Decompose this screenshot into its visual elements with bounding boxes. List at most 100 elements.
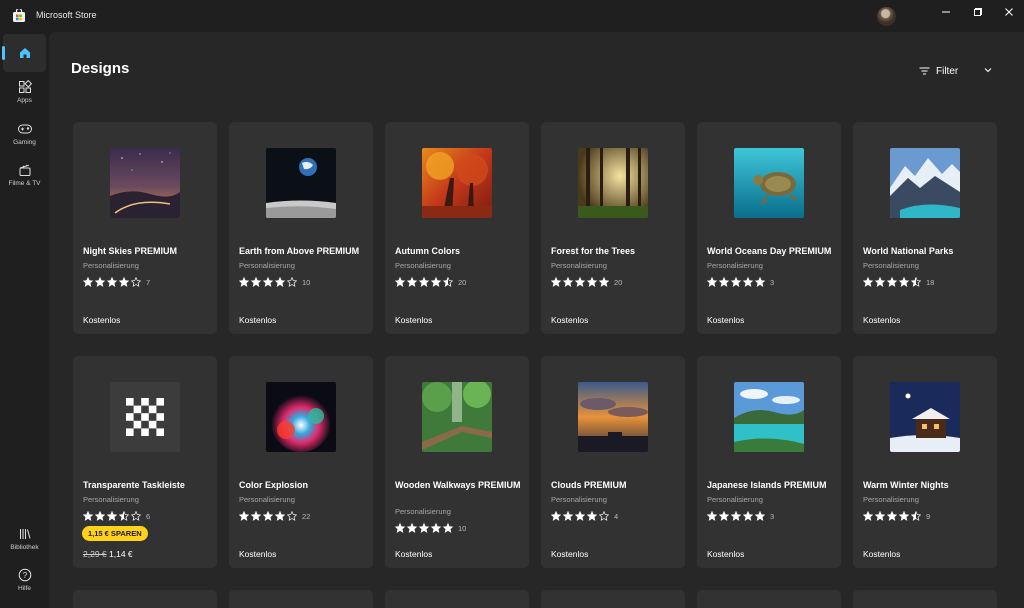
product-card[interactable]: Earth from Above PREMIUM Personalisierun… <box>229 122 373 334</box>
sidebar-item-bibliothek[interactable]: Bibliothek <box>3 527 46 551</box>
star-filled-icon <box>83 511 93 521</box>
maximize-button[interactable] <box>962 0 994 24</box>
thumbnail-clouds <box>578 382 648 452</box>
card-price: Kostenlos <box>395 549 433 559</box>
product-card[interactable] <box>541 590 685 608</box>
star-half-icon <box>911 277 921 287</box>
card-category: Personalisierung <box>707 495 763 504</box>
star-empty-icon <box>287 277 297 287</box>
sidebar-item-label: Bibliothek <box>10 544 39 551</box>
card-title: Color Explosion <box>239 480 309 490</box>
card-title: Japanese Islands PREMIUM <box>707 480 827 490</box>
title-bar: Microsoft Store <box>0 0 1024 32</box>
star-empty-icon <box>131 511 141 521</box>
card-rating: 7 <box>83 277 150 287</box>
sale-badge: 1,15 € SPAREN <box>82 526 148 541</box>
sidebar-item-home[interactable] <box>2 34 46 72</box>
card-rating: 22 <box>239 511 310 521</box>
star-rating <box>551 511 611 521</box>
star-filled-icon <box>275 511 285 521</box>
thumbnail-earth-from-above <box>266 148 336 218</box>
card-rating: 3 <box>707 511 774 521</box>
card-category: Personalisierung <box>551 495 607 504</box>
active-indicator <box>2 46 5 60</box>
sidebar-item-gaming[interactable]: Gaming <box>3 122 46 146</box>
star-filled-icon <box>719 277 729 287</box>
product-card[interactable]: Color Explosion Personalisierung 22 Kost… <box>229 356 373 568</box>
star-filled-icon <box>899 511 909 521</box>
sidebar-item-hilfe[interactable]: ? Hilfe <box>3 568 46 592</box>
sidebar-item-filme-tv[interactable]: Filme & TV <box>3 163 46 187</box>
product-card[interactable]: Clouds PREMIUM Personalisierung 4 Kosten… <box>541 356 685 568</box>
product-card[interactable]: World Oceans Day PREMIUM Personalisierun… <box>697 122 841 334</box>
star-filled-icon <box>887 277 897 287</box>
app-title: Microsoft Store <box>36 10 97 20</box>
star-rating <box>395 523 455 533</box>
product-card[interactable]: Forest for the Trees Personalisierung 20… <box>541 122 685 334</box>
card-category: Personalisierung <box>83 495 139 504</box>
card-price: Kostenlos <box>395 315 433 325</box>
star-filled-icon <box>107 277 117 287</box>
minimize-button[interactable] <box>930 0 962 24</box>
user-avatar[interactable] <box>877 7 896 26</box>
card-price: Kostenlos <box>83 315 121 325</box>
product-card[interactable]: Japanese Islands PREMIUM Personalisierun… <box>697 356 841 568</box>
thumbnail-world-national-parks <box>890 148 960 218</box>
home-icon <box>19 48 30 58</box>
filter-icon <box>919 67 930 75</box>
star-filled-icon <box>275 277 285 287</box>
rating-count: 6 <box>146 511 151 521</box>
product-card[interactable] <box>229 590 373 608</box>
card-rating: 3 <box>707 277 774 287</box>
product-card[interactable] <box>853 590 997 608</box>
product-card[interactable]: Wooden Walkways PREMIUM Personalisierung… <box>385 356 529 568</box>
card-price: Kostenlos <box>863 315 901 325</box>
thumbnail-autumn-colors <box>422 148 492 218</box>
chevron-down-icon[interactable] <box>983 66 993 74</box>
card-price: 2,29 € 1,14 € <box>83 549 133 559</box>
card-category: Personalisierung <box>863 495 919 504</box>
star-filled-icon <box>431 523 441 533</box>
product-card[interactable] <box>73 590 217 608</box>
card-rating: 20 <box>395 277 466 287</box>
card-price: Kostenlos <box>239 315 277 325</box>
card-rating: 4 <box>551 511 618 521</box>
star-rating <box>83 511 143 521</box>
product-card[interactable]: Transparente Taskleiste Personalisierung… <box>73 356 217 568</box>
rating-count: 7 <box>146 277 151 287</box>
star-rating <box>239 511 299 521</box>
card-rating: 9 <box>863 511 930 521</box>
star-filled-icon <box>119 277 129 287</box>
star-filled-icon <box>239 511 249 521</box>
card-rating: 20 <box>551 277 622 287</box>
product-card[interactable] <box>385 590 529 608</box>
star-empty-icon <box>287 511 297 521</box>
star-filled-icon <box>407 277 417 287</box>
rating-count: 3 <box>770 511 775 521</box>
card-category: Personalisierung <box>83 261 139 270</box>
close-button[interactable] <box>993 0 1024 24</box>
product-card[interactable]: World National Parks Personalisierung 18… <box>853 122 997 334</box>
star-rating <box>83 277 143 287</box>
sidebar-item-apps[interactable]: Apps <box>3 80 46 104</box>
product-card[interactable]: Warm Winter Nights Personalisierung 9 Ko… <box>853 356 997 568</box>
product-card[interactable] <box>697 590 841 608</box>
product-card[interactable]: Autumn Colors Personalisierung 20 Kosten… <box>385 122 529 334</box>
main-content: Designs Filter Night Skies PREMIUM Perso… <box>49 32 1024 608</box>
star-filled-icon <box>731 277 741 287</box>
star-filled-icon <box>95 511 105 521</box>
help-icon: ? <box>18 568 31 582</box>
product-card[interactable]: Night Skies PREMIUM Personalisierung 7 K… <box>73 122 217 334</box>
star-filled-icon <box>563 511 573 521</box>
card-rating: 18 <box>863 277 934 287</box>
card-title: Clouds PREMIUM <box>551 480 627 490</box>
star-half-icon <box>119 511 129 521</box>
card-rating: 6 <box>83 511 150 521</box>
filter-button[interactable]: Filter <box>919 64 958 78</box>
star-filled-icon <box>419 523 429 533</box>
card-category: Personalisierung <box>239 495 295 504</box>
star-empty-icon <box>599 511 609 521</box>
thumbnail-world-oceans-day <box>734 148 804 218</box>
card-rating: 10 <box>239 277 310 287</box>
rating-count: 20 <box>614 277 623 287</box>
